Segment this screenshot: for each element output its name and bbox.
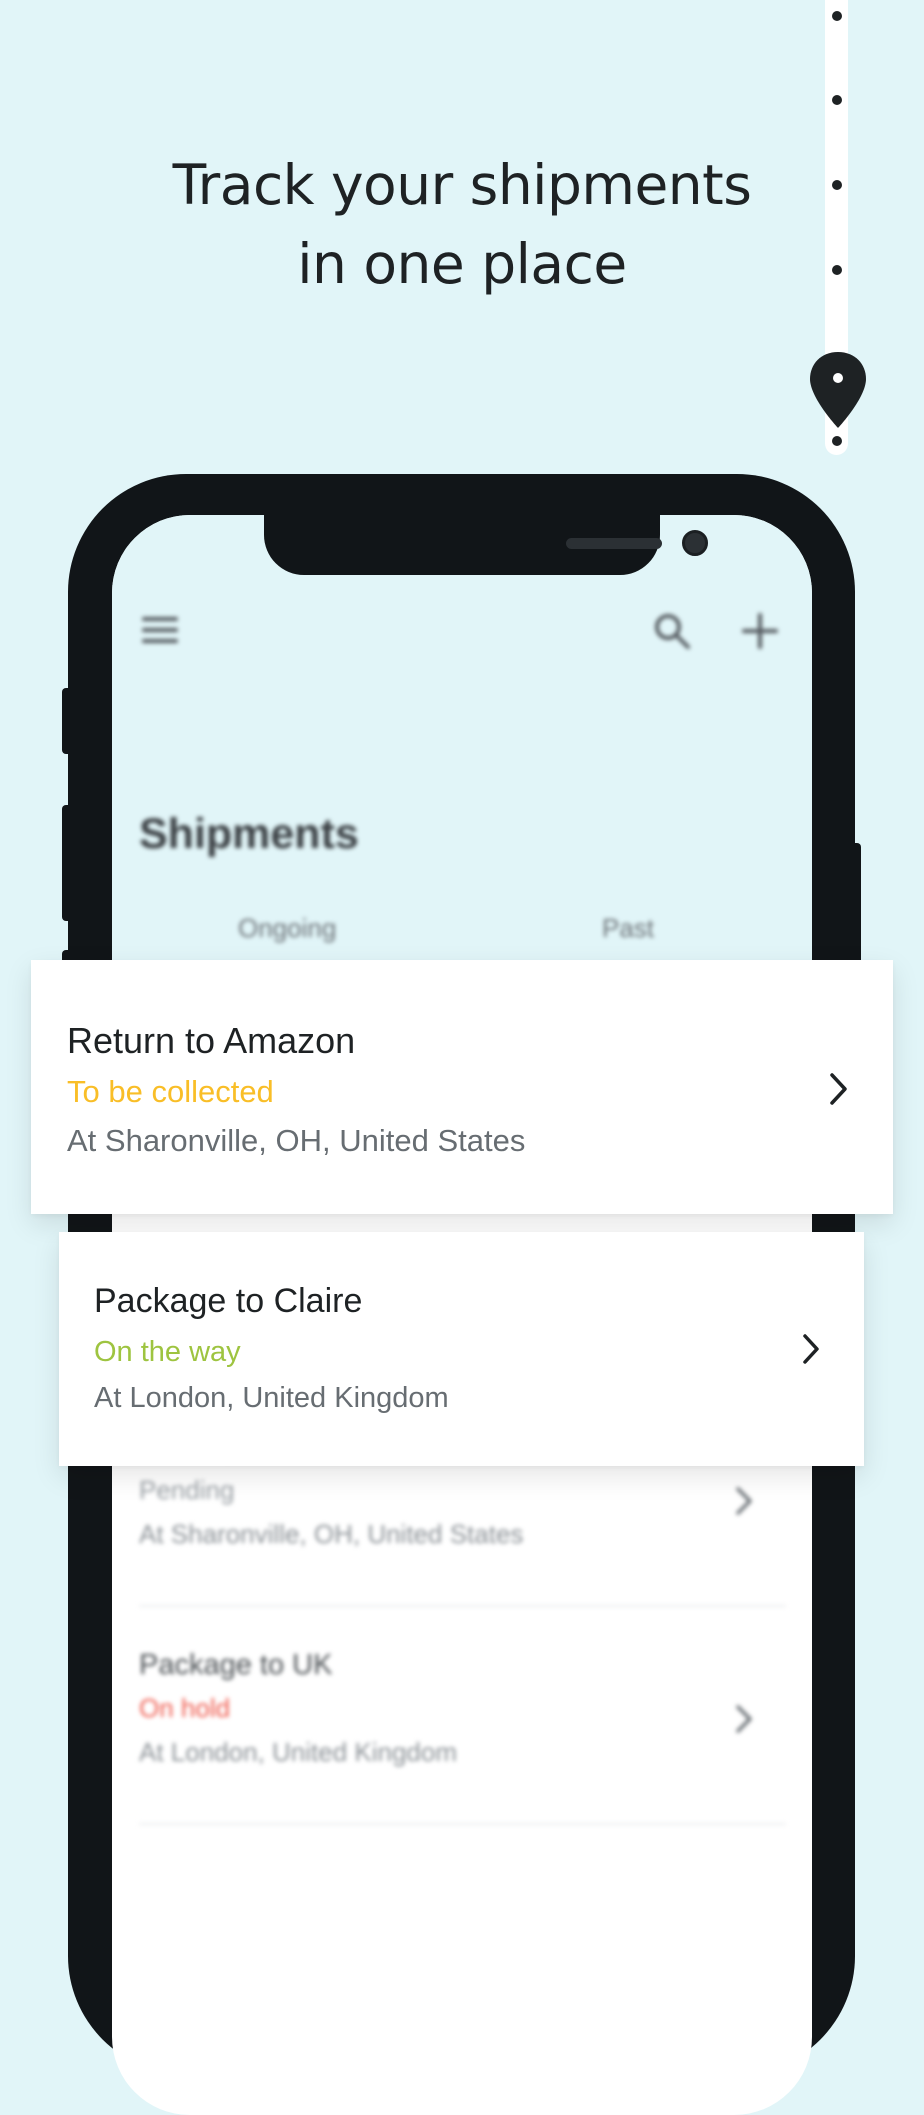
list-divider	[139, 1605, 786, 1607]
list-divider	[139, 1823, 786, 1825]
headline: Track your shipments in one place	[0, 146, 924, 304]
search-icon[interactable]	[652, 611, 692, 651]
list-item-location: At London, United Kingdom	[139, 1737, 457, 1767]
route-dot	[832, 265, 842, 275]
headline-line-2: in one place	[297, 232, 627, 296]
location-pin-icon	[810, 352, 866, 428]
phone-camera	[682, 530, 708, 556]
route-dot	[832, 11, 842, 21]
chevron-right-icon	[830, 1073, 847, 1105]
tab-past[interactable]: Past	[602, 913, 654, 944]
list-item[interactable]: Package to UK On hold At London, United …	[139, 1649, 786, 1781]
screen-title: Shipments	[139, 810, 359, 858]
shipment-card[interactable]: Package to Claire On the way At London, …	[59, 1232, 864, 1466]
shipment-card-status: To be collected	[67, 1074, 274, 1109]
shipment-card-title: Package to Claire	[94, 1282, 363, 1320]
route-dot	[832, 95, 842, 105]
shipment-card-location: At Sharonville, OH, United States	[67, 1123, 526, 1158]
headline-line-1: Track your shipments	[172, 153, 752, 217]
phone-speaker	[566, 538, 662, 549]
menu-icon[interactable]	[140, 613, 180, 647]
chevron-right-icon	[736, 1487, 752, 1515]
route-dot	[832, 436, 842, 446]
shipment-card-status: On the way	[94, 1336, 241, 1368]
shipment-card[interactable]: Return to Amazon To be collected At Shar…	[31, 960, 893, 1214]
plus-icon[interactable]	[740, 611, 780, 651]
shipment-card-title: Return to Amazon	[67, 1020, 356, 1061]
route-dot	[832, 180, 842, 190]
list-item-location: At Sharonville, OH, United States	[139, 1519, 524, 1549]
list-item-status: Pending	[139, 1475, 235, 1505]
chevron-right-icon	[803, 1334, 819, 1364]
chevron-right-icon	[736, 1705, 752, 1733]
list-item-title: Package to UK	[139, 1649, 333, 1681]
phone-notch	[264, 515, 708, 575]
list-item-status: On hold	[139, 1693, 231, 1723]
tab-ongoing[interactable]: Ongoing	[238, 913, 336, 944]
app-header	[112, 515, 812, 960]
shipment-card-location: At London, United Kingdom	[94, 1382, 449, 1414]
